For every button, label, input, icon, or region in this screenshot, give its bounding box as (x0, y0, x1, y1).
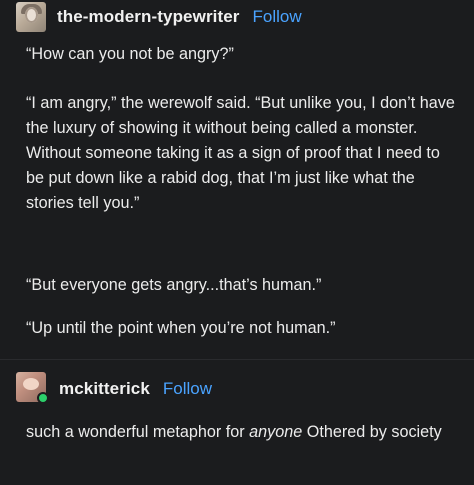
online-status-icon (37, 392, 49, 404)
follow-button[interactable]: Follow (163, 379, 212, 399)
reblog-avatar-wrapper[interactable] (16, 372, 50, 406)
reply-emphasis: anyone (249, 423, 303, 441)
reblog-header: mckitterick Follow (16, 372, 212, 406)
reblog-comment: such a wonderful metaphor for anyone Oth… (26, 420, 456, 445)
username[interactable]: mckitterick (59, 379, 150, 399)
post-paragraph: “How can you not be angry?” (26, 45, 234, 63)
reply-text-start: such a wonderful metaphor for (26, 423, 250, 441)
reply-text-end: Othered by society (302, 423, 442, 441)
follow-button[interactable]: Follow (253, 7, 302, 27)
post-header: the-modern-typewriter Follow (16, 2, 302, 32)
post-paragraph: “I am angry,” the werewolf said. “But un… (26, 94, 455, 212)
username[interactable]: the-modern-typewriter (57, 7, 240, 27)
post-paragraph: “Up until the point when you’re not huma… (26, 319, 336, 337)
post-divider (0, 359, 474, 360)
avatar-face-shape (23, 378, 39, 390)
post-paragraph: “But everyone gets angry...that’s human.… (26, 276, 322, 294)
user-avatar[interactable] (16, 2, 46, 32)
avatar-face-shape (25, 7, 38, 23)
